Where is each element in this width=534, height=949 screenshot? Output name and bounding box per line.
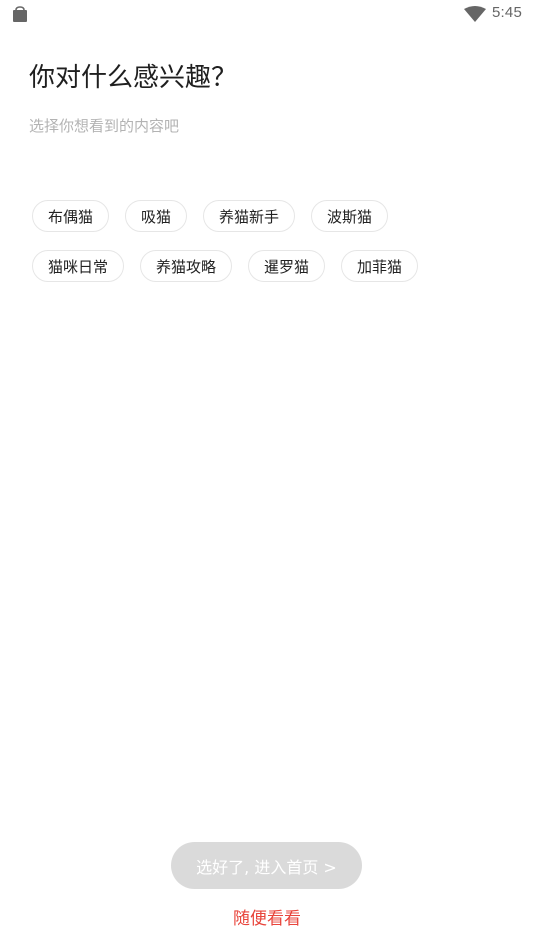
tag-chip-ragdoll[interactable]: 布偶猫 (32, 200, 110, 232)
page-title: 你对什么感兴趣？ (29, 63, 238, 93)
wifi-icon (464, 6, 486, 22)
page-subtitle: 选择你想看到的内容吧 (29, 117, 180, 135)
tag-chip-cat-sniffing[interactable]: 吸猫 (125, 200, 188, 232)
status-time: 5:45 (492, 4, 522, 21)
tag-chip-cat-daily[interactable]: 猫咪日常 (32, 250, 125, 282)
confirm-enter-home-button[interactable]: 选好了, 进入首页 > (171, 842, 362, 889)
tag-chip-persian[interactable]: 波斯猫 (311, 200, 389, 232)
shopping-bag-icon (13, 6, 27, 22)
tag-chip-new-owner[interactable]: 养猫新手 (203, 200, 296, 232)
tag-chip-exotic[interactable]: 加菲猫 (341, 250, 419, 282)
interest-tag-grid: 布偶猫 吸猫 养猫新手 波斯猫 猫咪日常 养猫攻略 暹罗猫 加菲猫 (32, 200, 472, 300)
tag-row: 猫咪日常 养猫攻略 暹罗猫 加菲猫 (32, 250, 472, 282)
tag-chip-siamese[interactable]: 暹罗猫 (248, 250, 326, 282)
tag-row: 布偶猫 吸猫 养猫新手 波斯猫 (32, 200, 472, 232)
browse-anyway-link[interactable]: 随便看看 (0, 906, 534, 932)
status-bar: 5:45 (0, 0, 534, 28)
tag-chip-cat-guide[interactable]: 养猫攻略 (140, 250, 233, 282)
